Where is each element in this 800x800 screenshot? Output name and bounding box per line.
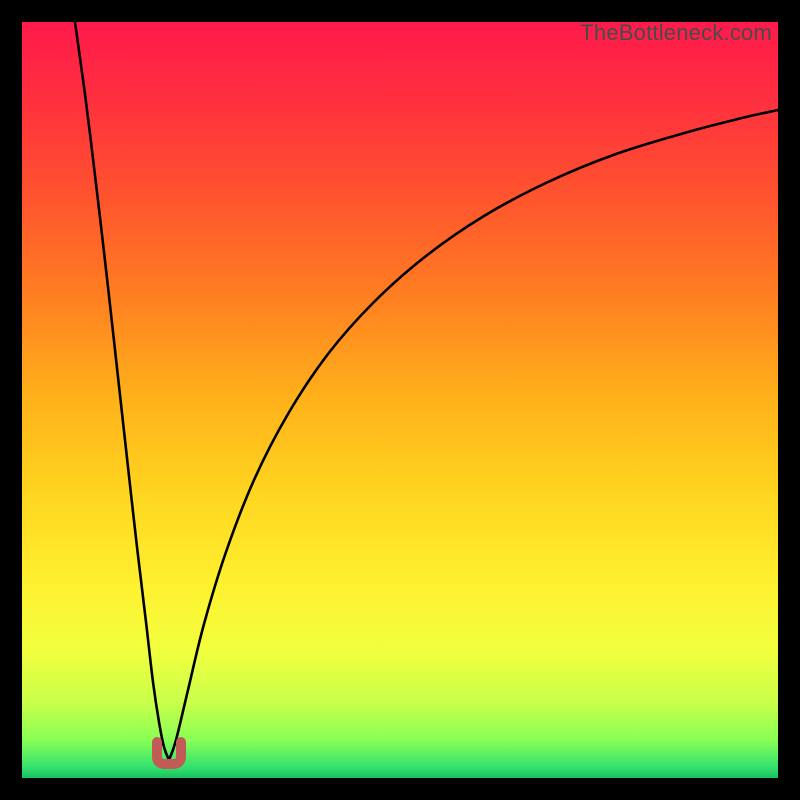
gradient-background [22,22,778,778]
plot-area: TheBottleneck.com [22,22,778,778]
chart-svg [22,22,778,778]
watermark-text: TheBottleneck.com [580,22,772,46]
chart-stage: TheBottleneck.com [0,0,800,800]
